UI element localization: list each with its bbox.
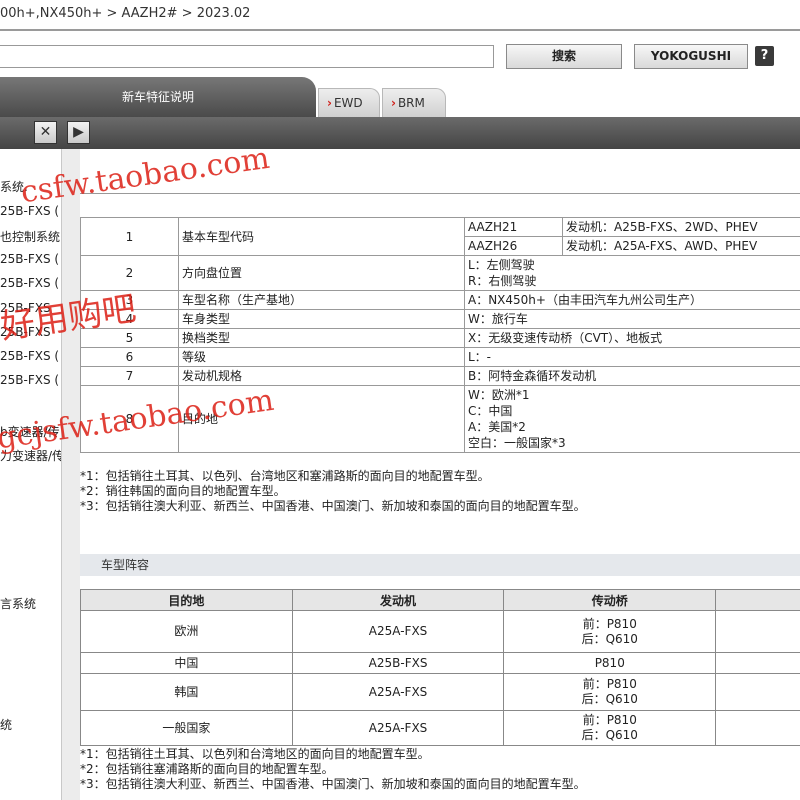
chevron-right-icon: ›	[391, 96, 396, 110]
code-description: 换档类型	[178, 328, 465, 348]
code-number: 5	[80, 328, 179, 348]
sidebar-item[interactable]: 25B-FXS (	[0, 204, 59, 218]
code-description: 方向盘位置	[178, 255, 465, 291]
table-row: 欧洲 A25A-FXS 前：P810 后：Q610	[80, 610, 800, 653]
lineup-destination: 韩国	[80, 673, 293, 711]
table-header-row: 目的地 发动机 传动桥	[80, 589, 800, 611]
sidebar: 系统. 25B-FXS ( 也控制系统 25B-FXS ( 25B-FXS ( …	[0, 149, 62, 800]
code-value: L：-	[464, 347, 800, 367]
lineup-engine: A25A-FXS	[291, 710, 505, 746]
table-row: 6 等级 L：-	[80, 347, 800, 367]
column-header: 发动机	[291, 589, 505, 611]
table-row: 7 发动机规格 B：阿特金森循环发动机	[80, 366, 800, 386]
code-description: 车身类型	[178, 309, 465, 329]
close-icon[interactable]: ✕	[34, 121, 57, 144]
code-value: L：左侧驾驶 R：右侧驾驶	[464, 255, 800, 291]
tab-new-features-label: 新车特征说明	[121, 90, 194, 104]
code-value: W：旅行车	[464, 309, 800, 329]
lineup-destination: 中国	[80, 652, 293, 674]
code-value: AAZH21	[464, 217, 563, 237]
code-number: 8	[80, 385, 179, 453]
code-value: X：无级变速传动桥（CVT）、地板式	[464, 328, 800, 348]
footnotes: *1：包括销往土耳其、以色列、台湾地区和塞浦路斯的面向目的地配置车型。 *2：销…	[80, 469, 586, 513]
table-row: 2 方向盘位置 L：左侧驾驶 R：右侧驾驶	[80, 255, 800, 291]
code-description: 等级	[178, 347, 465, 367]
code-description: 发动机规格	[178, 366, 465, 386]
table-row: 韩国 A25A-FXS 前：P810 后：Q610	[80, 673, 800, 711]
sidebar-item[interactable]: 25B-FXS (	[0, 373, 59, 387]
lineup-transaxle: 前：P810 后：Q610	[503, 710, 717, 746]
lineup-transaxle: 前：P810 后：Q610	[503, 610, 717, 653]
sidebar-item[interactable]: 也控制系统	[0, 228, 60, 245]
lineup-destination: 一般国家	[80, 710, 293, 746]
model-lineup-table: 目的地 发动机 传动桥 欧洲 A25A-FXS 前：P810 后：Q610 中国 …	[80, 589, 800, 746]
breadcrumb: 00h+,NX450h+ > AAZH2# > 2023.02	[0, 6, 251, 21]
code-description: 车型名称（生产基地）	[178, 290, 465, 310]
table-row: 中国 A25B-FXS P810	[80, 652, 800, 674]
section-title-lineup: 车型阵容	[80, 554, 800, 576]
code-description: 基本车型代码	[178, 217, 465, 256]
code-detail: 发动机：A25B-FXS、2WD、PHEV	[562, 217, 800, 237]
lineup-destination: 欧洲	[80, 610, 293, 653]
toolbar: ✕ ▶	[0, 117, 800, 149]
column-header: 目的地	[80, 589, 293, 611]
chevron-right-icon: ›	[327, 96, 332, 110]
help-icon[interactable]: ?	[755, 46, 774, 66]
code-value: A：NX450h+（由丰田汽车九州公司生产）	[464, 290, 800, 310]
model-code-table: 1 基本车型代码 AAZH21 发动机：A25B-FXS、2WD、PHEV AA…	[80, 217, 800, 453]
lineup-engine: A25A-FXS	[291, 673, 505, 711]
code-value: AAZH26	[464, 236, 563, 256]
code-value: B：阿特金森循环发动机	[464, 366, 800, 386]
column-header	[715, 589, 800, 611]
code-number: 1	[80, 217, 179, 256]
search-input[interactable]	[0, 45, 494, 68]
sidebar-item[interactable]: 25B-FXS	[0, 301, 51, 315]
lineup-engine: A25A-FXS	[291, 610, 505, 653]
header-divider	[0, 29, 800, 31]
lineup-engine: A25B-FXS	[291, 652, 505, 674]
footnotes: *1：包括销往土耳其、以色列和台湾地区的面向目的地配置车型。 *2：包括销往塞浦…	[80, 747, 586, 791]
tab-brm-label: BRM	[397, 96, 425, 110]
tab-ewd-label: EWD	[333, 96, 363, 110]
column-header: 传动桥	[503, 589, 717, 611]
table-row: 8 目的地 W：欧洲*1 C：中国 A：美国*2 空白：一般国家*3	[80, 385, 800, 453]
code-number: 7	[80, 366, 179, 386]
tab-brm[interactable]: › BRM	[382, 88, 446, 118]
code-number: 6	[80, 347, 179, 367]
table-row: 1 基本车型代码 AAZH21 发动机：A25B-FXS、2WD、PHEV	[80, 217, 800, 256]
play-icon[interactable]: ▶	[67, 121, 90, 144]
sidebar-item[interactable]: 统	[0, 716, 12, 733]
code-number: 4	[80, 309, 179, 329]
code-detail: 发动机：A25A-FXS、AWD、PHEV	[562, 236, 800, 256]
main-content: 1 基本车型代码 AAZH21 发动机：A25B-FXS、2WD、PHEV AA…	[80, 149, 800, 800]
table-row: 4 车身类型 W：旅行车	[80, 309, 800, 329]
lineup-transaxle: 前：P810 后：Q610	[503, 673, 717, 711]
sidebar-item[interactable]: 25B-FXS (	[0, 276, 59, 290]
search-button[interactable]: 搜索	[506, 44, 622, 69]
sidebar-item[interactable]: 言系统	[0, 595, 36, 612]
pane-splitter[interactable]	[62, 149, 80, 800]
sidebar-item[interactable]: 25B-FXS (	[0, 252, 59, 266]
yokogushi-button[interactable]: YOKOGUSHI	[634, 44, 748, 69]
code-value: W：欧洲*1 C：中国 A：美国*2 空白：一般国家*3	[464, 385, 800, 453]
table-row: 3 车型名称（生产基地） A：NX450h+（由丰田汽车九州公司生产）	[80, 290, 800, 310]
code-number: 3	[80, 290, 179, 310]
sidebar-item[interactable]: 系统.	[0, 178, 28, 195]
sidebar-item[interactable]: 力变速器/传	[0, 447, 61, 464]
tab-ewd[interactable]: › EWD	[318, 88, 380, 118]
sidebar-item[interactable]: 25B-FXS (	[0, 349, 59, 363]
sidebar-item[interactable]: b变速器/传	[0, 423, 60, 440]
code-description: 目的地	[178, 385, 465, 453]
table-row: 一般国家 A25A-FXS 前：P810 后：Q610	[80, 710, 800, 746]
code-number: 2	[80, 255, 179, 291]
sidebar-item[interactable]: 25B-FXS	[0, 325, 51, 339]
lineup-transaxle: P810	[503, 652, 717, 674]
table-row: 5 换档类型 X：无级变速传动桥（CVT）、地板式	[80, 328, 800, 348]
section-divider	[80, 193, 800, 194]
tab-new-features[interactable]: 新车特征说明	[0, 77, 316, 117]
